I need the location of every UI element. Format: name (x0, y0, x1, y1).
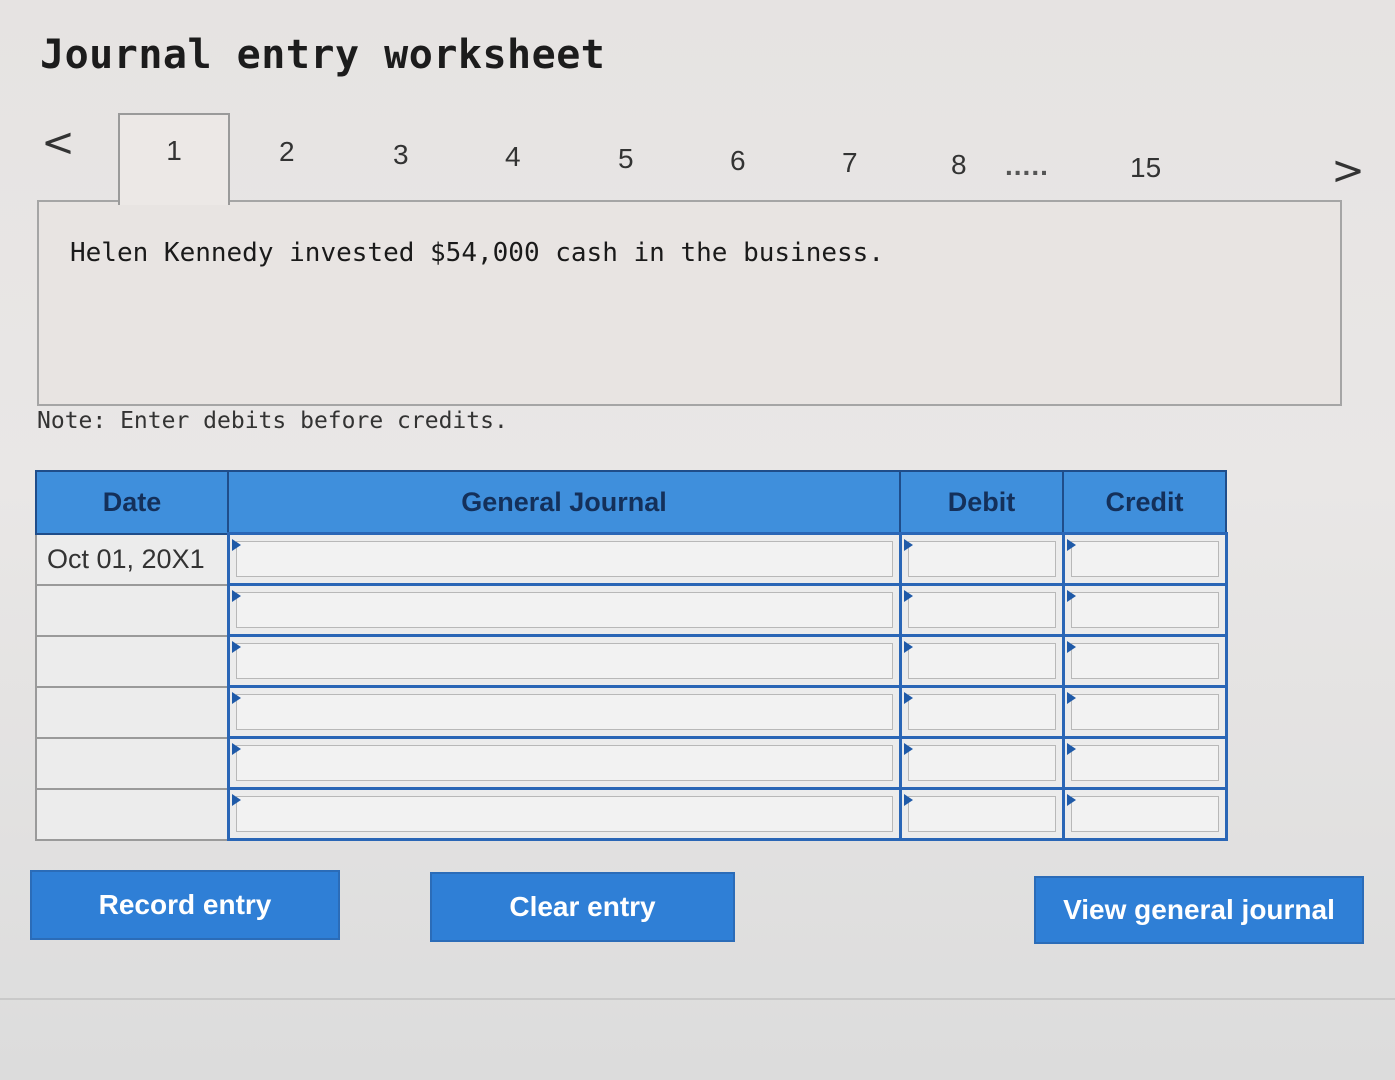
tab-3[interactable]: 3 (393, 139, 409, 171)
account-cell[interactable] (226, 532, 902, 586)
table-row: Oct 01, 20X1 (35, 532, 1228, 586)
tab-1[interactable]: 1 (118, 113, 230, 205)
note-text: Note: Enter debits before credits. (37, 408, 508, 434)
journal-table: Date General Journal Debit Credit Oct 01… (35, 470, 1228, 841)
account-input[interactable] (235, 643, 893, 679)
debit-cell[interactable] (898, 532, 1065, 586)
credit-input[interactable] (1070, 643, 1219, 679)
credit-input[interactable] (1070, 745, 1219, 781)
date-cell (35, 685, 230, 739)
account-input[interactable] (235, 592, 893, 628)
account-input[interactable] (235, 745, 893, 781)
table-row (35, 736, 1228, 790)
table-row (35, 685, 1228, 739)
tab-ellipsis: ..... (1005, 150, 1049, 181)
clear-entry-button[interactable]: Clear entry (430, 872, 735, 942)
credit-input[interactable] (1070, 541, 1219, 577)
debit-input[interactable] (907, 643, 1056, 679)
header-date: Date (35, 470, 229, 535)
account-input[interactable] (235, 796, 893, 832)
debit-cell[interactable] (898, 634, 1065, 688)
tab-4[interactable]: 4 (505, 141, 521, 173)
table-row (35, 634, 1228, 688)
credit-input[interactable] (1070, 592, 1219, 628)
table-row (35, 583, 1228, 637)
tab-5[interactable]: 5 (618, 143, 634, 175)
credit-cell[interactable] (1061, 583, 1228, 637)
debit-input[interactable] (907, 694, 1056, 730)
debit-cell[interactable] (898, 787, 1065, 841)
tab-6[interactable]: 6 (730, 145, 746, 177)
tab-2[interactable]: 2 (279, 136, 295, 168)
date-cell (35, 634, 230, 688)
table-header-row: Date General Journal Debit Credit (35, 470, 1227, 535)
date-cell (35, 736, 230, 790)
account-input[interactable] (235, 694, 893, 730)
credit-cell[interactable] (1061, 634, 1228, 688)
account-cell[interactable] (226, 736, 902, 790)
account-input[interactable] (235, 541, 893, 577)
record-entry-button[interactable]: Record entry (30, 870, 340, 940)
view-general-journal-button[interactable]: View general journal (1034, 876, 1364, 944)
date-cell: Oct 01, 20X1 (35, 532, 230, 586)
header-general-journal: General Journal (227, 470, 901, 535)
divider (0, 998, 1395, 1000)
page-title: Journal entry worksheet (40, 32, 606, 78)
debit-input[interactable] (907, 592, 1056, 628)
date-cell (35, 787, 230, 841)
account-cell[interactable] (226, 787, 902, 841)
chevron-right-icon[interactable]: > (1328, 146, 1368, 196)
tab-8[interactable]: 8 (951, 149, 967, 181)
header-debit: Debit (899, 470, 1064, 535)
debit-input[interactable] (907, 541, 1056, 577)
credit-cell[interactable] (1061, 736, 1228, 790)
tab-15[interactable]: 15 (1130, 152, 1161, 184)
table-row (35, 787, 1228, 841)
debit-cell[interactable] (898, 685, 1065, 739)
tab-7[interactable]: 7 (842, 147, 858, 179)
debit-cell[interactable] (898, 736, 1065, 790)
debit-cell[interactable] (898, 583, 1065, 637)
debit-input[interactable] (907, 745, 1056, 781)
account-cell[interactable] (226, 685, 902, 739)
credit-cell[interactable] (1061, 532, 1228, 586)
account-cell[interactable] (226, 583, 902, 637)
chevron-left-icon[interactable]: < (38, 118, 78, 168)
credit-input[interactable] (1070, 694, 1219, 730)
question-panel (37, 200, 1342, 406)
question-text: Helen Kennedy invested $54,000 cash in t… (70, 238, 884, 268)
debit-input[interactable] (907, 796, 1056, 832)
date-cell (35, 583, 230, 637)
header-credit: Credit (1062, 470, 1227, 535)
account-cell[interactable] (226, 634, 902, 688)
credit-input[interactable] (1070, 796, 1219, 832)
credit-cell[interactable] (1061, 787, 1228, 841)
credit-cell[interactable] (1061, 685, 1228, 739)
